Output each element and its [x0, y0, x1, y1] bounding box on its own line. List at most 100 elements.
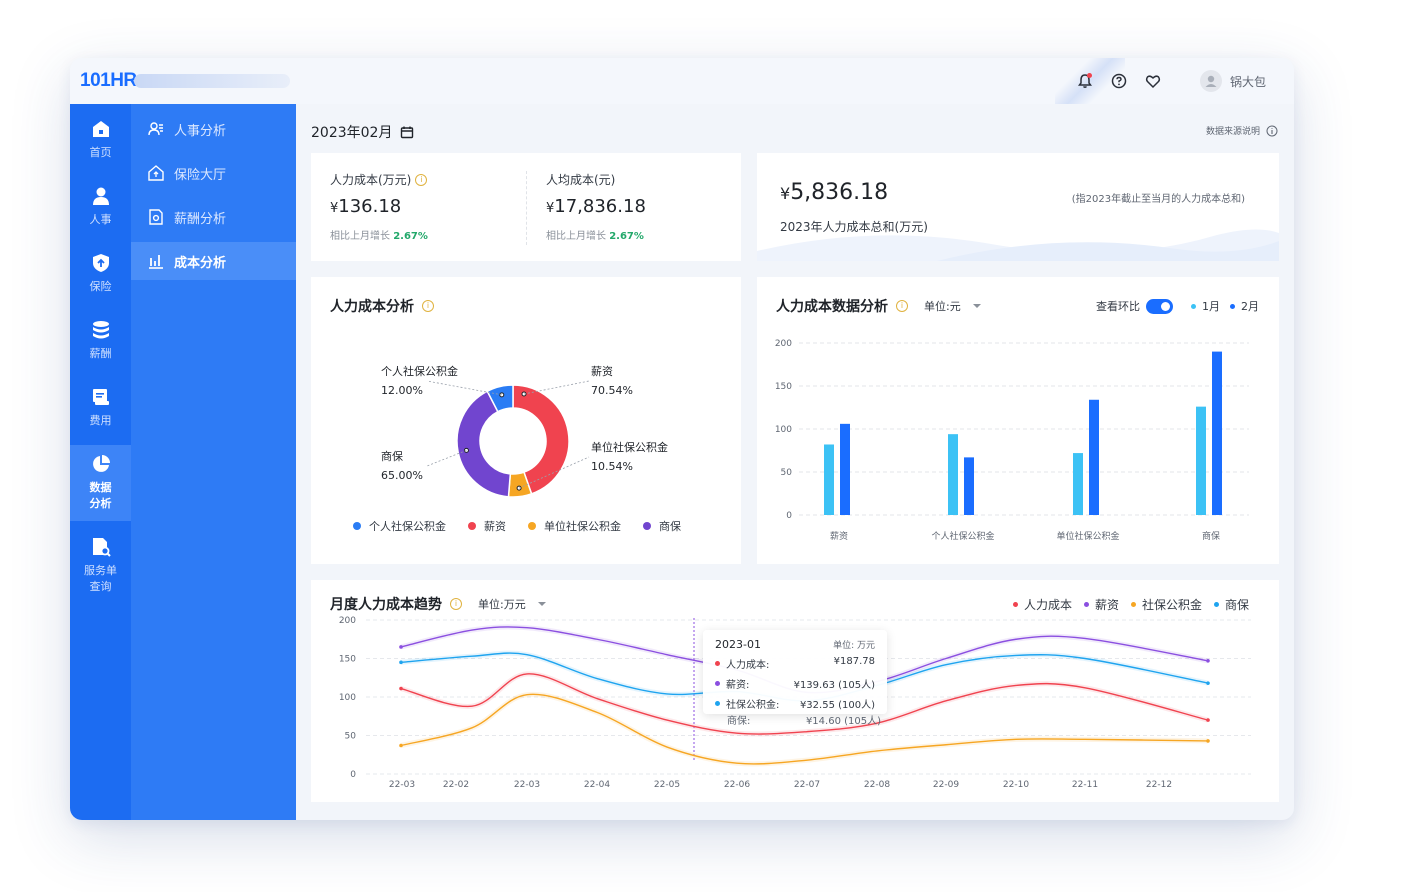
rail-item-data-analysis[interactable]: 数据 分析 [70, 445, 131, 521]
doc-gear-icon [149, 209, 163, 225]
rail-label-personnel: 人事 [89, 213, 112, 226]
heart-icon[interactable] [1144, 72, 1162, 90]
callout-line [523, 380, 590, 395]
legend-item[interactable]: 个人社保公积金 [353, 518, 446, 534]
rail-item-home[interactable]: 首页 [70, 118, 131, 160]
monthly-trend-card: 月度人力成本趋势 i 单位:万元 人力成本 薪资 社保公积金 商保 0 50 100 150 2… [311, 580, 1279, 802]
bar [964, 457, 974, 515]
x-tick-label: 薪资 [830, 530, 848, 542]
slice-label: 个人社保公积金 [381, 364, 458, 378]
primary-nav-rail: 首页 人事 保险 薪酬 费用 数据 分析 服务单 查询 [70, 104, 131, 820]
slice-value: 65.00% [381, 469, 423, 482]
app-logo[interactable]: 101HR [80, 70, 137, 92]
subnav-label: 人事分析 [174, 123, 227, 139]
receipt-icon [92, 389, 109, 405]
kpi-compare-label: 相比上月增长 [546, 231, 606, 242]
rail-item-insurance[interactable]: 保险 [70, 252, 131, 294]
bar-chart: 0 50 100 150 200 薪资 个人社保公积金 单位社保公积金 商保 [775, 339, 1249, 542]
tooltip-row-overflow: 商保: ¥14.60 (105人) [715, 712, 887, 727]
kpi-growth: 2.67% [393, 231, 428, 242]
y-tick-label: 200 [339, 616, 356, 626]
main-content: 2023年02月 数据来源说明 人力成本(万元) i ¥136.18 相比上月增长… [296, 104, 1294, 820]
kpi-divider [526, 171, 527, 245]
bar [840, 423, 850, 515]
top-actions: 锅大包 [1076, 70, 1266, 92]
current-month: 2023年02月 [311, 125, 393, 141]
y-tick-label: 150 [775, 382, 792, 392]
legend-label: 个人社保公积金 [369, 520, 446, 533]
x-tick-label: 22-12 [1146, 780, 1172, 790]
rail-label-service-line2: 查询 [89, 580, 112, 593]
search-doc-icon [92, 538, 111, 557]
slice-value: 12.00% [381, 384, 423, 397]
tooltip-unit: 单位: 万元 [833, 641, 875, 651]
rail-label-insurance: 保险 [89, 280, 112, 293]
data-source-label: 数据来源说明 [1205, 127, 1260, 137]
rail-item-service-query[interactable]: 服务单 查询 [70, 536, 131, 594]
slice-label: 单位社保公积金 [591, 440, 668, 454]
info-icon[interactable]: i [415, 173, 428, 186]
username[interactable]: 锅大包 [1230, 73, 1266, 90]
rail-label-expense: 费用 [89, 414, 112, 427]
tooltip-value: ¥14.60 (105人) [805, 716, 881, 727]
total-amount: 5,836.18 [790, 180, 889, 205]
rail-label-salary: 薪酬 [89, 347, 112, 360]
series-end-point [1206, 739, 1210, 743]
cost-analysis-card: 人力成本分析 i 薪资 70.54% 单位社保公积金 10.54% 商保 65.00% 个人社… [311, 277, 741, 564]
person-icon [92, 187, 109, 205]
secondary-nav: 人事分析 保险大厅 薪酬分析 成本分析 [131, 104, 296, 820]
x-tick-label: 单位社保公积金 [1056, 530, 1119, 542]
rail-label-service-line1: 服务单 [84, 564, 117, 577]
people-icon [148, 122, 163, 136]
bar [1196, 406, 1206, 515]
subnav-item-salary-analysis[interactable]: 薪酬分析 [131, 198, 296, 236]
cost-data-card: 人力成本数据分析 i 单位:元 查看环比 1月 2月 0 50 100 150 200 薪资个… [757, 277, 1279, 564]
rail-item-salary[interactable]: 薪酬 [70, 319, 131, 361]
date-picker[interactable]: 2023年02月 [311, 122, 414, 142]
tooltip-label: 商保: [727, 716, 751, 727]
currency-symbol: ¥ [780, 184, 791, 203]
avatar[interactable] [1199, 70, 1222, 92]
tooltip-dot [715, 681, 720, 686]
legend-dot [468, 522, 476, 530]
series-start-point [399, 743, 403, 748]
bell-icon[interactable] [1076, 72, 1094, 90]
data-source-link[interactable]: 数据来源说明 [1206, 124, 1278, 137]
kpi-compare-label: 相比上月增长 [330, 231, 390, 242]
x-tick-label: 22-10 [1003, 780, 1029, 790]
x-tick-label: 22-02 [443, 780, 469, 790]
calendar-icon[interactable] [400, 125, 414, 139]
legend-item[interactable]: 薪资 [468, 518, 506, 534]
y-tick-label: 200 [775, 339, 792, 349]
rail-label-home: 首页 [89, 146, 112, 159]
y-tick-label: 50 [345, 732, 357, 742]
kpi-avg-cost: 人均成本(元) ¥17,836.18 相比上月增长 2.67% [546, 171, 646, 242]
info-icon [1266, 125, 1278, 136]
series-start-point [399, 645, 403, 649]
wave-decoration [757, 229, 1279, 261]
tooltip-label: 人力成本: [726, 660, 770, 671]
tooltip-label: 薪资: [726, 680, 750, 691]
subnav-label: 保险大厅 [174, 167, 227, 183]
rail-item-personnel[interactable]: 人事 [70, 185, 131, 227]
legend-item[interactable]: 商保 [643, 518, 681, 534]
slice-value: 10.54% [591, 460, 633, 473]
slice-label: 薪资 [591, 365, 613, 378]
series-end-point [1206, 718, 1210, 722]
help-icon[interactable] [1110, 72, 1128, 90]
legend-dot [528, 522, 536, 530]
shield-icon [92, 254, 109, 272]
rail-item-expense[interactable]: 费用 [70, 386, 131, 428]
y-tick-label: 150 [339, 655, 356, 665]
y-tick-label: 0 [786, 511, 792, 521]
app-window: 101HR 锅大包 首页 人事 保险 薪酬 费用 数据 分析 服务单 查询 人事… [70, 58, 1294, 820]
subnav-item-insurance-hall[interactable]: 保险大厅 [131, 154, 296, 192]
tooltip-value: ¥139.63 (105人) [793, 680, 875, 691]
legend-item[interactable]: 单位社保公积金 [528, 518, 621, 534]
subnav-item-cost-analysis[interactable]: 成本分析 [131, 242, 296, 280]
pie-chart-icon [92, 455, 110, 472]
kpi-label: 人力成本(万元) [330, 173, 412, 187]
home-icon [92, 121, 109, 137]
series-start-point [399, 660, 403, 665]
subnav-item-personnel-analysis[interactable]: 人事分析 [131, 110, 296, 148]
